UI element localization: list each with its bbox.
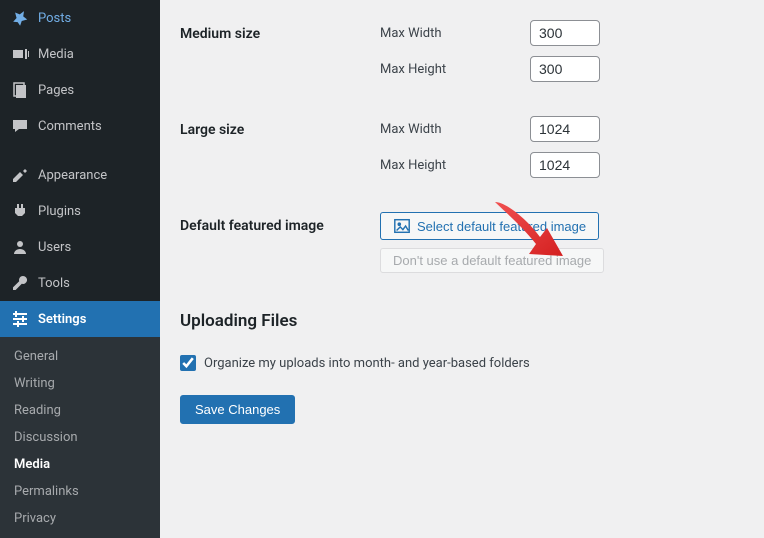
plugins-icon — [10, 201, 30, 221]
uploading-files-heading: Uploading Files — [180, 293, 744, 337]
sidebar-item-pages[interactable]: Pages — [0, 72, 160, 108]
medium-width-input[interactable] — [530, 20, 600, 46]
sub-item-reading[interactable]: Reading — [0, 397, 160, 424]
sidebar-item-media[interactable]: Media — [0, 36, 160, 72]
media-icon — [10, 44, 30, 64]
menu-label: Plugins — [38, 204, 81, 219]
sidebar-item-settings[interactable]: Settings — [0, 301, 160, 337]
sub-item-privacy[interactable]: Privacy — [0, 505, 160, 532]
sidebar-item-users[interactable]: Users — [0, 229, 160, 265]
menu-label: Media — [38, 47, 74, 62]
tools-icon — [10, 273, 30, 293]
sidebar-item-plugins[interactable]: Plugins — [0, 193, 160, 229]
menu-label: Appearance — [38, 168, 107, 183]
sidebar-item-appearance[interactable]: Appearance — [0, 157, 160, 193]
sub-item-permalinks[interactable]: Permalinks — [0, 478, 160, 505]
sidebar-item-tools[interactable]: Tools — [0, 265, 160, 301]
medium-height-input[interactable] — [530, 56, 600, 82]
comments-icon — [10, 116, 30, 136]
organize-uploads-label: Organize my uploads into month- and year… — [204, 356, 530, 371]
sub-item-media[interactable]: Media — [0, 451, 160, 478]
medium-size-label: Medium size — [180, 8, 380, 104]
large-height-input[interactable] — [530, 152, 600, 178]
default-featured-label: Default featured image — [180, 200, 380, 293]
appearance-icon — [10, 165, 30, 185]
large-size-label: Large size — [180, 104, 380, 200]
sidebar-item-comments[interactable]: Comments — [0, 108, 160, 144]
menu-label: Tools — [38, 276, 70, 291]
select-default-featured-button[interactable]: Select default featured image — [380, 212, 599, 240]
pages-icon — [10, 80, 30, 100]
pin-icon — [10, 8, 30, 28]
sub-item-writing[interactable]: Writing — [0, 370, 160, 397]
save-changes-button[interactable]: Save Changes — [180, 395, 295, 424]
button-label: Don't use a default featured image — [393, 253, 591, 268]
users-icon — [10, 237, 30, 257]
sidebar-item-posts[interactable]: Posts — [0, 0, 160, 36]
admin-sidebar: Posts Media Pages Comments Appearance Pl… — [0, 0, 160, 536]
settings-submenu: General Writing Reading Discussion Media… — [0, 337, 160, 538]
menu-label: Pages — [38, 83, 74, 98]
max-width-label: Max Width — [380, 26, 530, 41]
menu-label: Posts — [38, 11, 71, 26]
image-icon — [393, 217, 411, 235]
max-width-label: Max Width — [380, 122, 530, 137]
sub-item-discussion[interactable]: Discussion — [0, 424, 160, 451]
sub-item-general[interactable]: General — [0, 343, 160, 370]
menu-label: Comments — [38, 119, 102, 134]
max-height-label: Max Height — [380, 62, 530, 77]
organize-uploads-checkbox[interactable] — [180, 355, 196, 371]
menu-label: Settings — [38, 312, 86, 327]
settings-content: Medium size Max Width Max Height Large s… — [160, 0, 764, 536]
dont-use-default-featured-button[interactable]: Don't use a default featured image — [380, 248, 604, 273]
settings-icon — [10, 309, 30, 329]
large-width-input[interactable] — [530, 116, 600, 142]
menu-label: Users — [38, 240, 71, 255]
button-label: Select default featured image — [417, 219, 586, 234]
max-height-label: Max Height — [380, 158, 530, 173]
menu-separator — [0, 150, 160, 151]
